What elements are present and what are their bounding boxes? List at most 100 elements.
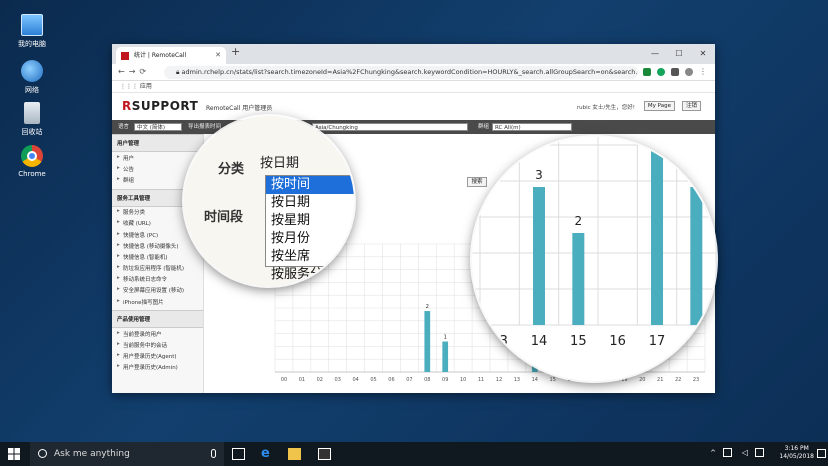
sidebar-item[interactable]: 移动系统日志命令	[112, 274, 203, 285]
menu-icon[interactable]: ⋮	[699, 68, 707, 76]
clock-date: 14/05/2018	[779, 453, 814, 460]
volume-icon[interactable]: ◁	[742, 448, 748, 457]
desktop-icon-network[interactable]: 网络	[14, 60, 50, 95]
mypage-button[interactable]: My Page	[643, 101, 675, 111]
windows-start-icon[interactable]	[8, 448, 20, 460]
period-label: 时间段	[204, 210, 244, 225]
sidebar-section-product-usage[interactable]: 产品使用管理	[112, 310, 203, 329]
dropdown-option[interactable]: 按时间	[266, 176, 354, 194]
x-tick-label: 09	[442, 377, 448, 383]
sidebar-item[interactable]: iPhone描写图片	[112, 296, 203, 307]
extension-icon[interactable]	[643, 68, 651, 76]
data-label: 2	[575, 214, 583, 228]
logout-button[interactable]: 注销	[681, 101, 701, 111]
x-tick-label: 15	[570, 334, 587, 349]
close-tab-icon[interactable]: ✕	[215, 47, 221, 64]
sidebar-section-user-management[interactable]: 用户管理	[112, 134, 203, 152]
keyboard-icon[interactable]	[755, 448, 764, 457]
computer-icon	[21, 14, 43, 36]
microphone-icon[interactable]	[211, 449, 216, 458]
zoomed-bar-chart: 133142151617318	[472, 137, 716, 349]
timezone-select[interactable]: Asia/Chungking	[312, 123, 468, 131]
store-icon[interactable]	[318, 448, 331, 460]
dropdown-option[interactable]: 按服务分	[266, 266, 354, 284]
clock-time: 3:16 PM	[784, 445, 809, 452]
sidebar-item[interactable]: 防垃圾应用程序 (智能机)	[112, 263, 203, 274]
app-header: RSUPPORT RemoteCall 用户管理员 rubic 女士/先生，您好…	[112, 93, 715, 120]
edge-icon[interactable]: e	[261, 447, 274, 460]
apps-icon[interactable]: ⋮⋮⋮	[120, 83, 140, 90]
extensions: ⋮	[643, 68, 707, 76]
new-tab-button[interactable]: +	[231, 45, 240, 58]
sidebar-item[interactable]: 用户登录历史(Agent)	[112, 351, 203, 362]
desktop-icon-label: 回收站	[21, 128, 43, 136]
sidebar-item[interactable]: 快捷信息 (智能机)	[112, 251, 203, 262]
sidebar-item[interactable]: 当前服务中的会话	[112, 339, 203, 350]
sidebar-item[interactable]: 快捷信息 (移动摄像头)	[112, 240, 203, 251]
x-tick-label: 03	[335, 377, 341, 383]
group-select[interactable]: RC All(m)	[492, 123, 572, 131]
bar	[442, 341, 449, 372]
cortana-icon	[38, 449, 47, 458]
dropdown-option[interactable]: 按日期	[266, 194, 354, 212]
chevron-up-icon[interactable]: ^	[710, 449, 716, 457]
search-button[interactable]: 搜索	[467, 177, 487, 187]
nav-buttons[interactable]: ←→⟳	[118, 67, 150, 76]
tab-title: 统计 | RemoteCall	[134, 52, 187, 59]
category-select[interactable]: 按日期	[260, 152, 299, 171]
url-text: admin.rchelp.cn/stats/list?search.timezo…	[181, 68, 638, 76]
close-window-icon[interactable]: ✕	[691, 44, 715, 64]
taskbar-search-box[interactable]: Ask me anything	[30, 442, 224, 466]
desktop-icon-my-computer[interactable]: 我的电脑	[14, 14, 50, 49]
bar	[533, 187, 545, 325]
sidebar-item[interactable]: 用户	[112, 152, 203, 163]
search-placeholder: Ask me anything	[54, 449, 130, 459]
puzzle-icon[interactable]	[671, 68, 679, 76]
clock[interactable]: 3:16 PM 14/05/2018	[779, 445, 814, 461]
x-tick-label: 06	[388, 377, 394, 383]
bookmarks-bar: ⋮⋮⋮ 应用	[112, 81, 715, 93]
network-icon	[21, 60, 43, 82]
data-label: 3	[535, 168, 543, 182]
notification-icon[interactable]	[817, 449, 826, 458]
file-explorer-icon[interactable]	[288, 448, 301, 460]
chrome-icon	[21, 145, 43, 167]
taskbar: Ask me anything e ^ ◁ 3:16 PM 14/05/2018	[0, 442, 828, 466]
x-tick-label: 10	[460, 377, 466, 383]
remotecall-favicon-icon	[121, 52, 129, 60]
bar	[651, 137, 663, 325]
desktop-icon-label: Chrome	[18, 170, 46, 178]
x-tick-label: 23	[693, 377, 699, 383]
x-tick-label: 04	[352, 377, 358, 383]
network-tray-icon[interactable]	[723, 448, 732, 457]
maximize-icon[interactable]: ☐	[667, 44, 691, 64]
x-tick-label: 20	[639, 377, 645, 383]
dropdown-option[interactable]: 按坐席	[266, 248, 354, 266]
language-select[interactable]: 中文 (简体)	[134, 123, 182, 131]
desktop-icon-label: 网络	[25, 86, 39, 94]
browser-tab[interactable]: 统计 | RemoteCall ✕	[116, 47, 226, 64]
tab-bar: 统计 | RemoteCall ✕ + — ☐ ✕	[112, 44, 715, 64]
task-view-icon[interactable]	[232, 448, 245, 460]
x-tick-label: 11	[478, 377, 484, 383]
sidebar-item[interactable]: 用户登录历史(Admin)	[112, 362, 203, 373]
desktop-icon-recycle-bin[interactable]: 回收站	[14, 102, 50, 137]
recycle-bin-icon	[24, 102, 40, 124]
dropdown-option[interactable]: 按月份	[266, 230, 354, 248]
address-bar: ←→⟳ 🔒︎ admin.rchelp.cn/stats/list?search…	[112, 64, 715, 81]
x-tick-label: 02	[317, 377, 323, 383]
desktop-icon-chrome[interactable]: Chrome	[14, 145, 50, 178]
minimize-icon[interactable]: —	[643, 44, 667, 64]
bookmark-apps[interactable]: 应用	[140, 83, 152, 90]
x-tick-label: 22	[675, 377, 681, 383]
x-tick-label: 19	[621, 377, 627, 383]
data-label: 1	[443, 335, 447, 341]
dropdown-option[interactable]: 按星期	[266, 212, 354, 230]
x-tick-label: 21	[657, 377, 663, 383]
url-input[interactable]: 🔒︎ admin.rchelp.cn/stats/list?search.tim…	[164, 66, 638, 79]
sidebar-item[interactable]: 当前登录的用户	[112, 328, 203, 339]
profile-icon[interactable]	[685, 68, 693, 76]
sidebar-item[interactable]: 安全屏幕应用设置 (移动)	[112, 285, 203, 296]
extension-icon[interactable]	[657, 68, 665, 76]
x-tick-label: 07	[406, 377, 412, 383]
